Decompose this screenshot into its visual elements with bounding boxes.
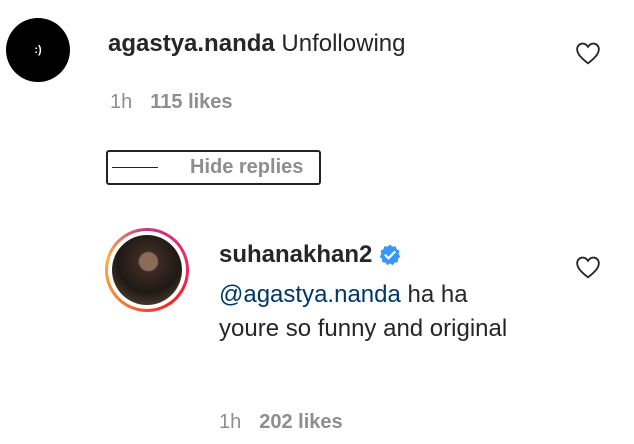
commenter-avatar[interactable]: :) bbox=[6, 18, 70, 82]
hide-replies-button[interactable]: Hide replies bbox=[106, 150, 321, 185]
reply-avatar bbox=[112, 235, 182, 305]
comment-time: 1h bbox=[110, 91, 133, 113]
reply-username[interactable]: suhanakhan2 bbox=[219, 238, 372, 272]
reply-time: 1h bbox=[219, 411, 242, 433]
reply-likes[interactable]: 202 likes bbox=[259, 411, 342, 433]
comment-likes[interactable]: 115 likes bbox=[150, 91, 232, 113]
comment-text: Unfollowing bbox=[281, 30, 406, 57]
hide-replies-label: Hide replies bbox=[190, 156, 304, 178]
reply-mention-link[interactable]: @agastya.nanda bbox=[219, 281, 401, 308]
reply-body: @agastya.nanda ha ha youre so funny and … bbox=[219, 278, 519, 346]
reply-header: suhanakhan2 bbox=[219, 238, 402, 272]
replies-divider-line bbox=[112, 167, 158, 168]
comment-meta: 1h 115 likes bbox=[110, 91, 233, 114]
verified-badge-icon bbox=[380, 244, 401, 266]
comment-body: agastya.nanda Unfollowing bbox=[108, 27, 405, 61]
reply-avatar-story-ring[interactable] bbox=[105, 228, 189, 312]
comment-username[interactable]: agastya.nanda bbox=[108, 30, 275, 57]
reply-meta: 1h 202 likes bbox=[219, 411, 343, 434]
like-heart-icon[interactable] bbox=[575, 41, 601, 65]
avatar-label: :) bbox=[34, 44, 42, 56]
reply-like-heart-icon[interactable] bbox=[575, 255, 601, 279]
